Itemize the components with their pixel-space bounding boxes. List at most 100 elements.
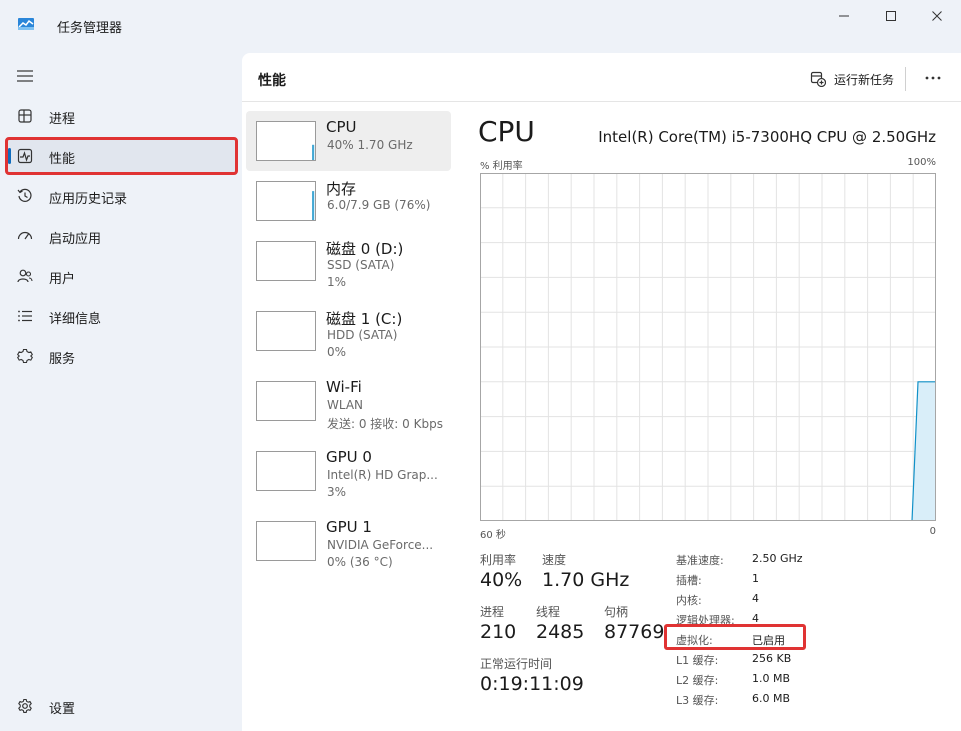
spec-label: L1 缓存: bbox=[676, 654, 719, 667]
sidebar-item-label: 性能 bbox=[49, 152, 76, 167]
sidebar-item-performance[interactable]: 性能 bbox=[5, 137, 238, 175]
speed-value: 1.70 GHz bbox=[542, 569, 630, 591]
device-usage: 1% bbox=[327, 275, 347, 289]
window-title: 任务管理器 bbox=[57, 21, 123, 36]
device-subtitle: 6.0/7.9 GB (76%) bbox=[327, 198, 431, 212]
services-icon bbox=[17, 348, 33, 364]
run-task-label: 运行新任务 bbox=[834, 72, 895, 87]
performance-panel: 性能 运行新任务 CPU 40% 1.70 GHz 内存 6.0/7.9 GB … bbox=[242, 53, 961, 731]
device-name: GPU 1 bbox=[326, 518, 372, 536]
run-new-task-button[interactable]: 运行新任务 bbox=[810, 67, 894, 91]
device-name: 磁盘 1 (C:) bbox=[326, 310, 403, 328]
sidebar-item-processes[interactable]: 进程 bbox=[5, 97, 238, 135]
header-divider bbox=[242, 101, 961, 102]
utilization-value: 40% bbox=[480, 569, 523, 591]
sidebar-item-app-history[interactable]: 应用历史记录 bbox=[5, 177, 238, 215]
minimize-button[interactable] bbox=[821, 6, 867, 26]
device-item-cpu[interactable]: CPU 40% 1.70 GHz bbox=[246, 111, 451, 171]
sidebar-item-label: 启动应用 bbox=[49, 232, 102, 247]
sidebar-item-services[interactable]: 服务 bbox=[5, 337, 238, 375]
sidebar-item-settings[interactable]: 设置 bbox=[5, 687, 238, 725]
hamburger-icon[interactable] bbox=[16, 69, 34, 83]
device-thumbnail bbox=[256, 451, 316, 491]
device-thumbnail bbox=[256, 181, 316, 221]
cpu-utilization-graph bbox=[480, 173, 936, 521]
processes-label: 进程 bbox=[480, 605, 505, 619]
sidebar-item-label: 用户 bbox=[49, 272, 76, 287]
device-name: 内存 bbox=[326, 180, 357, 198]
graph-grid bbox=[480, 173, 936, 521]
processes-value: 210 bbox=[480, 621, 517, 643]
cpu-model: Intel(R) Core(TM) i5-7300HQ CPU @ 2.50GH… bbox=[598, 128, 936, 146]
run-task-icon bbox=[810, 71, 826, 87]
device-name: CPU bbox=[326, 118, 357, 136]
memory-thumbnail-graph bbox=[312, 191, 315, 220]
minimize-icon bbox=[839, 15, 849, 17]
device-usage: 发送: 0 接收: 0 Kbps bbox=[327, 417, 443, 431]
virtualization-highlight bbox=[664, 624, 806, 650]
spec-label: 基准速度: bbox=[676, 554, 724, 567]
device-thumbnail bbox=[256, 241, 316, 281]
spec-value: 4 bbox=[752, 592, 759, 605]
device-subtitle: HDD (SATA) bbox=[327, 328, 398, 342]
maximize-button[interactable] bbox=[868, 6, 914, 26]
close-icon bbox=[932, 11, 942, 21]
utilization-label: 利用率 bbox=[480, 553, 517, 567]
toolbar-separator bbox=[905, 67, 906, 91]
graph-x-right-label: 0 bbox=[929, 526, 936, 537]
device-item-disk-0[interactable]: 磁盘 0 (D:) SSD (SATA) 1% bbox=[246, 231, 451, 291]
device-item-disk-1[interactable]: 磁盘 1 (C:) HDD (SATA) 0% bbox=[246, 301, 451, 361]
processes-icon bbox=[18, 109, 32, 123]
graph-y-label: % 利用率 bbox=[480, 161, 523, 172]
sidebar-item-users[interactable]: 用户 bbox=[5, 257, 238, 295]
spec-label: 内核: bbox=[676, 594, 702, 607]
device-item-gpu-0[interactable]: GPU 0 Intel(R) HD Grap... 3% bbox=[246, 441, 451, 501]
task-manager-window: 任务管理器 进程 性能 应用历史记录 启动应用 用户 详细信息 服务 设置 性能… bbox=[0, 0, 961, 731]
uptime-value: 0:19:11:09 bbox=[480, 673, 584, 695]
sidebar-item-label: 进程 bbox=[49, 112, 76, 127]
more-icon[interactable] bbox=[924, 70, 942, 86]
cpu-thumbnail-graph bbox=[312, 144, 315, 160]
spec-label: 插槽: bbox=[676, 574, 702, 587]
spec-value: 1.0 MB bbox=[752, 672, 791, 685]
sidebar-item-label: 服务 bbox=[49, 352, 76, 367]
device-usage: 0% bbox=[327, 345, 347, 359]
maximize-icon bbox=[886, 11, 896, 21]
device-name: 磁盘 0 (D:) bbox=[326, 240, 404, 258]
gear-icon bbox=[18, 698, 32, 713]
device-name: GPU 0 bbox=[326, 448, 372, 466]
title-bar: 任务管理器 bbox=[0, 0, 961, 48]
users-icon bbox=[17, 269, 33, 283]
page-title: 性能 bbox=[258, 73, 286, 89]
device-item-memory[interactable]: 内存 6.0/7.9 GB (76%) bbox=[246, 171, 451, 231]
device-item-wifi[interactable]: Wi-Fi WLAN 发送: 0 接收: 0 Kbps bbox=[246, 371, 451, 431]
handles-label: 句柄 bbox=[604, 605, 629, 619]
handles-value: 87769 bbox=[604, 621, 665, 643]
sidebar-item-label: 设置 bbox=[49, 702, 76, 717]
details-icon bbox=[18, 310, 32, 322]
sidebar-item-label: 应用历史记录 bbox=[49, 192, 128, 207]
device-item-gpu-1[interactable]: GPU 1 NVIDIA GeForce... 0% (36 °C) bbox=[246, 511, 451, 571]
device-subtitle: 40% 1.70 GHz bbox=[327, 138, 413, 152]
sidebar-item-details[interactable]: 详细信息 bbox=[5, 297, 238, 335]
device-subtitle: SSD (SATA) bbox=[327, 258, 395, 272]
device-subtitle: NVIDIA GeForce... bbox=[327, 538, 434, 552]
device-usage: 0% (36 °C) bbox=[327, 555, 393, 569]
spec-value: 1 bbox=[752, 572, 759, 585]
threads-label: 线程 bbox=[536, 605, 561, 619]
spec-value: 6.0 MB bbox=[752, 692, 791, 705]
threads-value: 2485 bbox=[536, 621, 585, 643]
device-usage: 3% bbox=[327, 485, 347, 499]
sidebar-item-startup[interactable]: 启动应用 bbox=[5, 217, 238, 255]
startup-icon bbox=[17, 231, 33, 240]
close-button[interactable] bbox=[914, 6, 960, 26]
spec-label: L3 缓存: bbox=[676, 694, 719, 707]
device-subtitle: Intel(R) HD Grap... bbox=[327, 468, 438, 482]
speed-label: 速度 bbox=[542, 553, 567, 567]
device-subtitle: WLAN bbox=[327, 398, 364, 412]
spec-value: 2.50 GHz bbox=[752, 552, 803, 565]
device-name: Wi-Fi bbox=[326, 378, 362, 396]
device-thumbnail bbox=[256, 381, 316, 421]
spec-value: 256 KB bbox=[752, 652, 792, 665]
device-thumbnail bbox=[256, 311, 316, 351]
